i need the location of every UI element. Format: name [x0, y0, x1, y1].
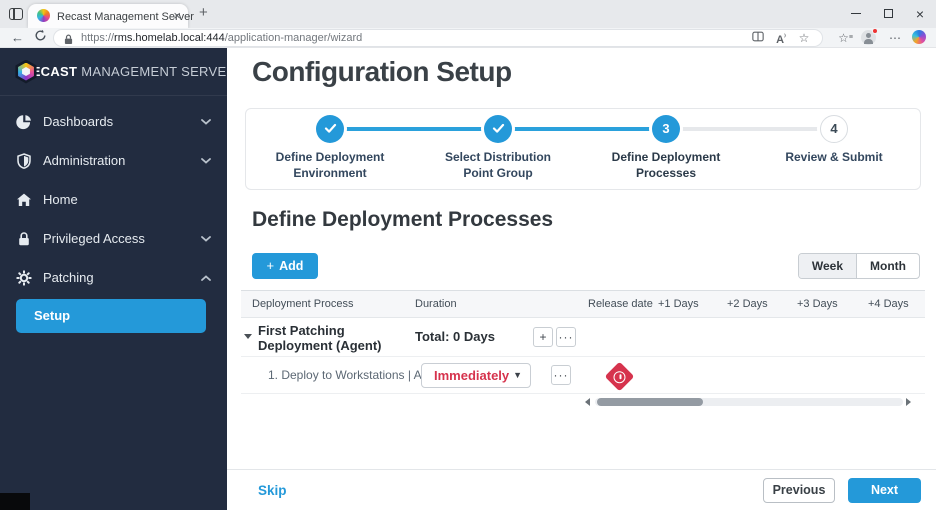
table-row-deployment: First Patching Deployment (Agent) Total: … — [241, 318, 925, 357]
tab-close-icon[interactable]: × — [173, 8, 181, 23]
stepper-connector — [345, 127, 484, 131]
tab-layout-icon[interactable] — [9, 8, 23, 20]
step-3-label: Define Deployment Processes — [611, 150, 721, 180]
sidebar-item-dashboards[interactable]: Dashboards — [0, 102, 227, 141]
gear-icon — [16, 269, 32, 286]
column-plus3-days: +3 Days — [797, 298, 838, 310]
lock-icon — [19, 231, 29, 245]
main-content: Configuration Setup 3 4 Define Deploymen… — [227, 48, 936, 510]
stepper-connector — [513, 127, 652, 131]
wizard-footer: Skip Previous Next — [227, 469, 936, 510]
window-close-button[interactable]: × — [904, 0, 936, 28]
scroll-left-arrow[interactable] — [585, 398, 590, 406]
read-aloud-icon[interactable]: A⁾ — [773, 31, 789, 46]
chevron-down-icon — [201, 235, 211, 242]
scroll-right-arrow[interactable] — [906, 398, 911, 406]
column-plus1-days: +1 Days — [658, 298, 699, 310]
column-deployment-process: Deployment Process — [252, 298, 354, 310]
add-button[interactable]: + Add — [252, 253, 318, 279]
step-3-circle: 3 — [652, 115, 680, 143]
subrow-label: 1. Deploy to Workstations | Alli — [268, 357, 443, 394]
sidebar-item-patching[interactable]: Patching — [0, 258, 227, 297]
step-2-circle — [484, 115, 512, 143]
month-toggle-button[interactable]: Month — [857, 254, 919, 278]
previous-button[interactable]: Previous — [763, 478, 835, 503]
chevron-down-icon — [201, 118, 211, 125]
skip-link[interactable]: Skip — [258, 470, 287, 510]
column-duration: Duration — [415, 298, 457, 310]
deployment-name: First Patching Deployment (Agent) — [258, 323, 382, 353]
column-plus4-days: +4 Days — [868, 298, 909, 310]
home-icon — [17, 193, 31, 206]
sidebar-menu: Dashboards Administration Home Privilege… — [0, 96, 227, 297]
sidebar-item-home[interactable]: Home — [0, 180, 227, 219]
recast-favicon-icon — [37, 9, 50, 22]
subrow-more-button[interactable]: ··· — [551, 365, 571, 385]
schedule-value: Immediately — [434, 368, 510, 383]
favorites-hub-icon[interactable]: ☆≡ — [836, 30, 854, 46]
duration-total: Total: 0 Days — [415, 329, 495, 344]
reload-icon — [35, 29, 46, 40]
step-1-label: Define Deployment Environment — [275, 150, 385, 180]
step-4-circle: 4 — [820, 115, 848, 143]
sidebar-item-setup-active[interactable]: Setup — [16, 299, 206, 333]
url-text: https://rms.homelab.local:444/applicatio… — [81, 32, 363, 44]
week-toggle-button[interactable]: Week — [798, 254, 858, 278]
pie-chart-icon — [16, 114, 31, 129]
browser-menu-icon[interactable]: ⋯ — [886, 30, 904, 46]
sidebar-item-administration[interactable]: Administration — [0, 141, 227, 180]
reload-button[interactable] — [34, 29, 47, 47]
copilot-icon[interactable] — [912, 30, 926, 44]
notification-dot — [872, 28, 878, 34]
corner-artifact — [0, 493, 30, 510]
window-minimize-button[interactable] — [840, 0, 872, 28]
section-title: Define Deployment Processes — [252, 208, 554, 231]
next-button[interactable]: Next — [848, 478, 921, 503]
step-1-circle — [316, 115, 344, 143]
step-2-label: Select Distribution Point Group — [444, 150, 551, 180]
check-icon — [324, 123, 336, 133]
chevron-up-icon — [201, 274, 211, 281]
new-tab-button[interactable]: + — [199, 4, 208, 21]
warning-diamond-icon — [604, 361, 635, 392]
address-bar[interactable]: https://rms.homelab.local:444/applicatio… — [54, 30, 822, 46]
wizard-stepper: 3 4 Define Deployment Environment Select … — [245, 108, 921, 190]
browser-tab[interactable]: Recast Management Server × — [28, 4, 194, 28]
schedule-dropdown[interactable]: Immediately ▼ — [421, 363, 531, 388]
column-release-date: Release date — [588, 298, 653, 310]
table-subrow-step: 1. Deploy to Workstations | Alli Immedia… — [241, 357, 925, 394]
row-more-button[interactable]: ··· — [556, 327, 576, 347]
stepper-connector — [681, 127, 820, 131]
week-month-toggle: Week Month — [797, 253, 920, 279]
sidebar-item-privileged-access[interactable]: Privileged Access — [0, 219, 227, 258]
row-add-button[interactable]: + — [533, 327, 553, 347]
brand-title: RECAST MANAGEMENT SERVER — [22, 64, 237, 79]
horizontal-scrollbar-thumb[interactable] — [597, 398, 703, 406]
chevron-down-icon — [201, 157, 211, 164]
profile-avatar[interactable] — [861, 28, 878, 45]
split-screen-icon[interactable] — [750, 31, 766, 45]
dropdown-caret-icon: ▼ — [513, 370, 522, 380]
browser-tab-strip: Recast Management Server × + × — [0, 0, 936, 28]
favorite-star-icon[interactable]: ☆ — [796, 31, 812, 45]
brand-header: RECAST MANAGEMENT SERVER — [0, 48, 236, 96]
column-plus2-days: +2 Days — [727, 298, 768, 310]
step-4-label: Review & Submit — [785, 150, 883, 164]
browser-window: Recast Management Server × + × ← https:/… — [0, 0, 936, 510]
plus-icon: + — [266, 258, 275, 273]
back-button[interactable]: ← — [11, 29, 24, 47]
check-icon — [492, 123, 504, 133]
collapse-triangle-icon[interactable] — [244, 334, 252, 339]
shield-icon — [17, 152, 31, 169]
page-title: Configuration Setup — [252, 56, 512, 87]
window-maximize-button[interactable] — [872, 0, 904, 28]
sidebar: RECAST MANAGEMENT SERVER Dashboards Admin… — [0, 48, 236, 510]
